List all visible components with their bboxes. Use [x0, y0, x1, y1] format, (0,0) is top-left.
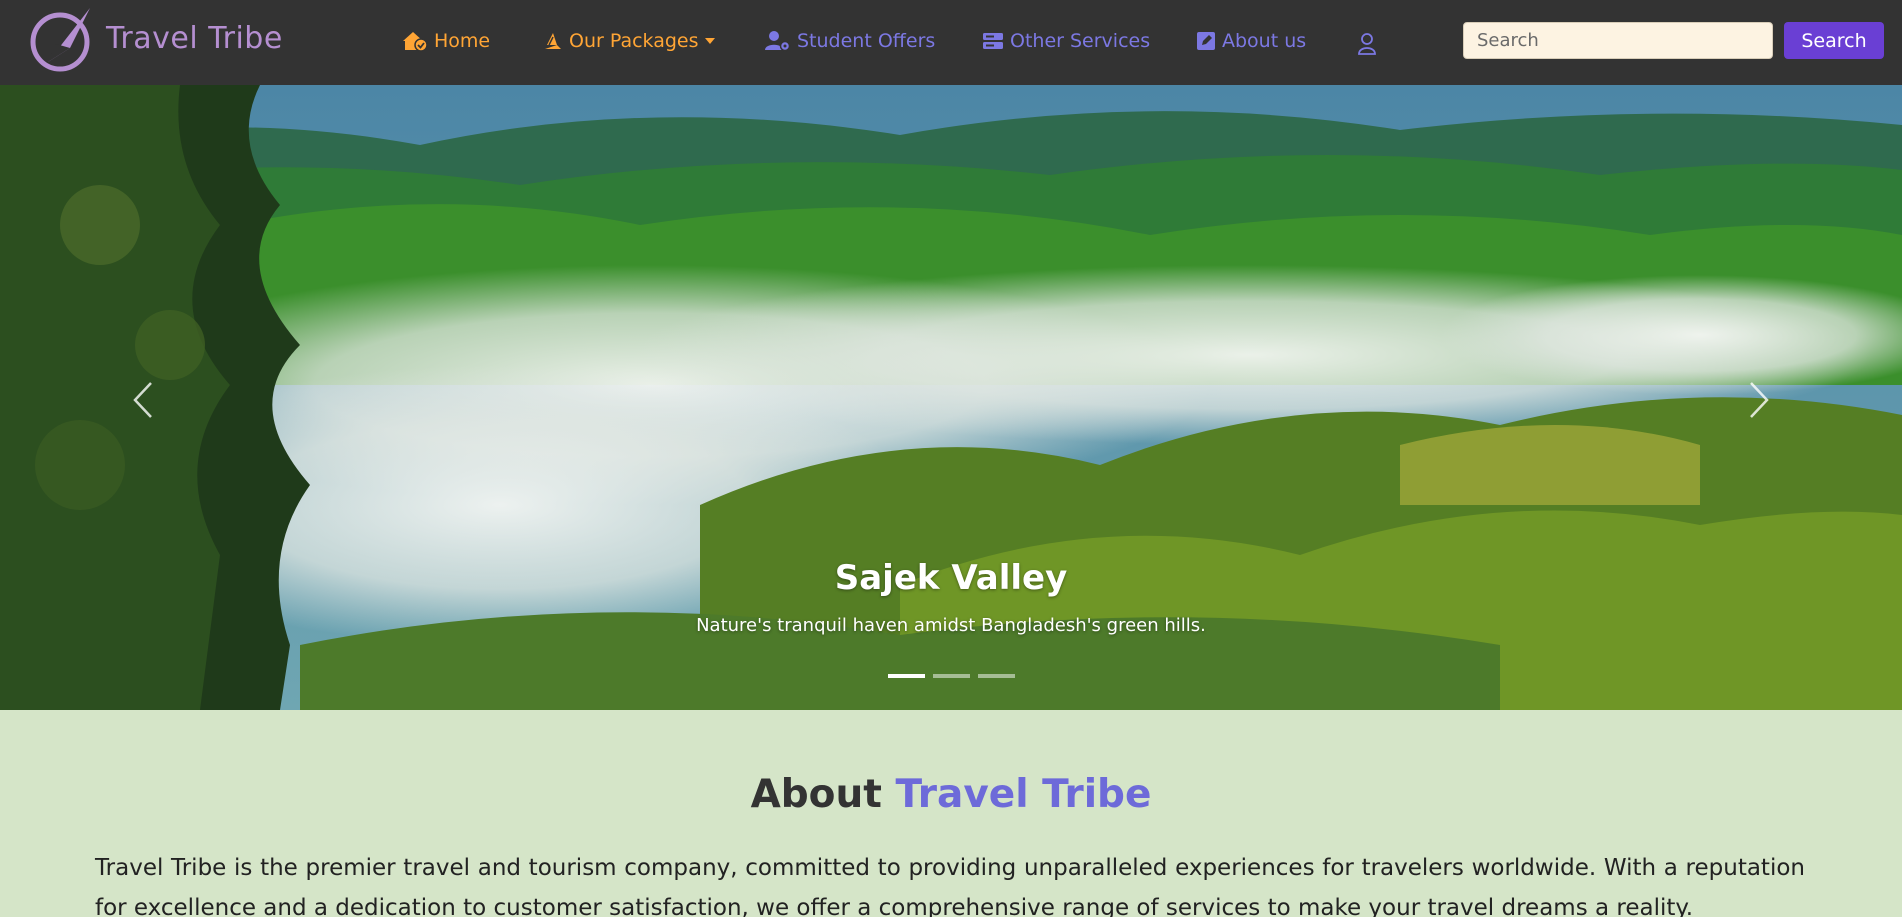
search-input[interactable]	[1463, 22, 1773, 59]
nav-user-link[interactable]	[1357, 33, 1383, 55]
slide-title: Sajek Valley	[834, 558, 1068, 598]
about-heading-plain: About	[750, 772, 882, 817]
nav-other-services-label: Other Services	[1010, 30, 1151, 52]
nav-home-link[interactable]: Home	[402, 30, 490, 52]
about-heading: About Travel Tribe	[0, 772, 1902, 817]
carousel-next-icon[interactable]	[1737, 375, 1777, 425]
navbar: Travel Tribe Home Our Packages Student O…	[0, 0, 1902, 85]
about-section: About Travel Tribe Travel Tribe is the p…	[0, 710, 1902, 917]
nav-about-link[interactable]: About us	[1196, 30, 1306, 52]
sailboat-icon	[545, 33, 561, 49]
hero-carousel: Sajek Valley Nature's tranquil haven ami…	[0, 85, 1902, 710]
carousel-indicators	[0, 674, 1902, 678]
about-body: Travel Tribe is the premier travel and t…	[95, 855, 1805, 917]
brand-name: Travel Tribe	[106, 20, 283, 56]
about-heading-accent: Travel Tribe	[895, 772, 1152, 817]
nav-about-label: About us	[1222, 30, 1307, 52]
nav-other-services-link[interactable]: Other Services	[982, 30, 1150, 52]
brand-link[interactable]: Travel Tribe	[30, 4, 283, 72]
slide-subtitle: Nature's tranquil haven amidst Banglades…	[696, 615, 1206, 636]
carousel-indicator-3[interactable]	[977, 674, 1015, 678]
user-gear-icon	[765, 31, 791, 52]
server-icon	[983, 33, 1003, 49]
nav-packages-dropdown[interactable]: Our Packages	[543, 30, 715, 52]
nav-home-label: Home	[434, 30, 491, 52]
user-icon	[1358, 33, 1376, 55]
nav-packages-label: Our Packages	[569, 30, 699, 52]
search-button[interactable]: Search	[1784, 22, 1884, 59]
compass-logo-icon	[30, 8, 90, 72]
carousel-prev-icon[interactable]	[125, 375, 165, 425]
carousel-indicator-2[interactable]	[932, 674, 970, 678]
carousel-indicator-1[interactable]	[887, 674, 925, 678]
chevron-down-icon	[704, 38, 715, 44]
edit-square-icon	[1197, 32, 1215, 50]
nav-student-offers-label: Student Offers	[797, 30, 936, 52]
home-icon	[403, 32, 428, 52]
nav-student-offers-link[interactable]: Student Offers	[765, 30, 935, 52]
